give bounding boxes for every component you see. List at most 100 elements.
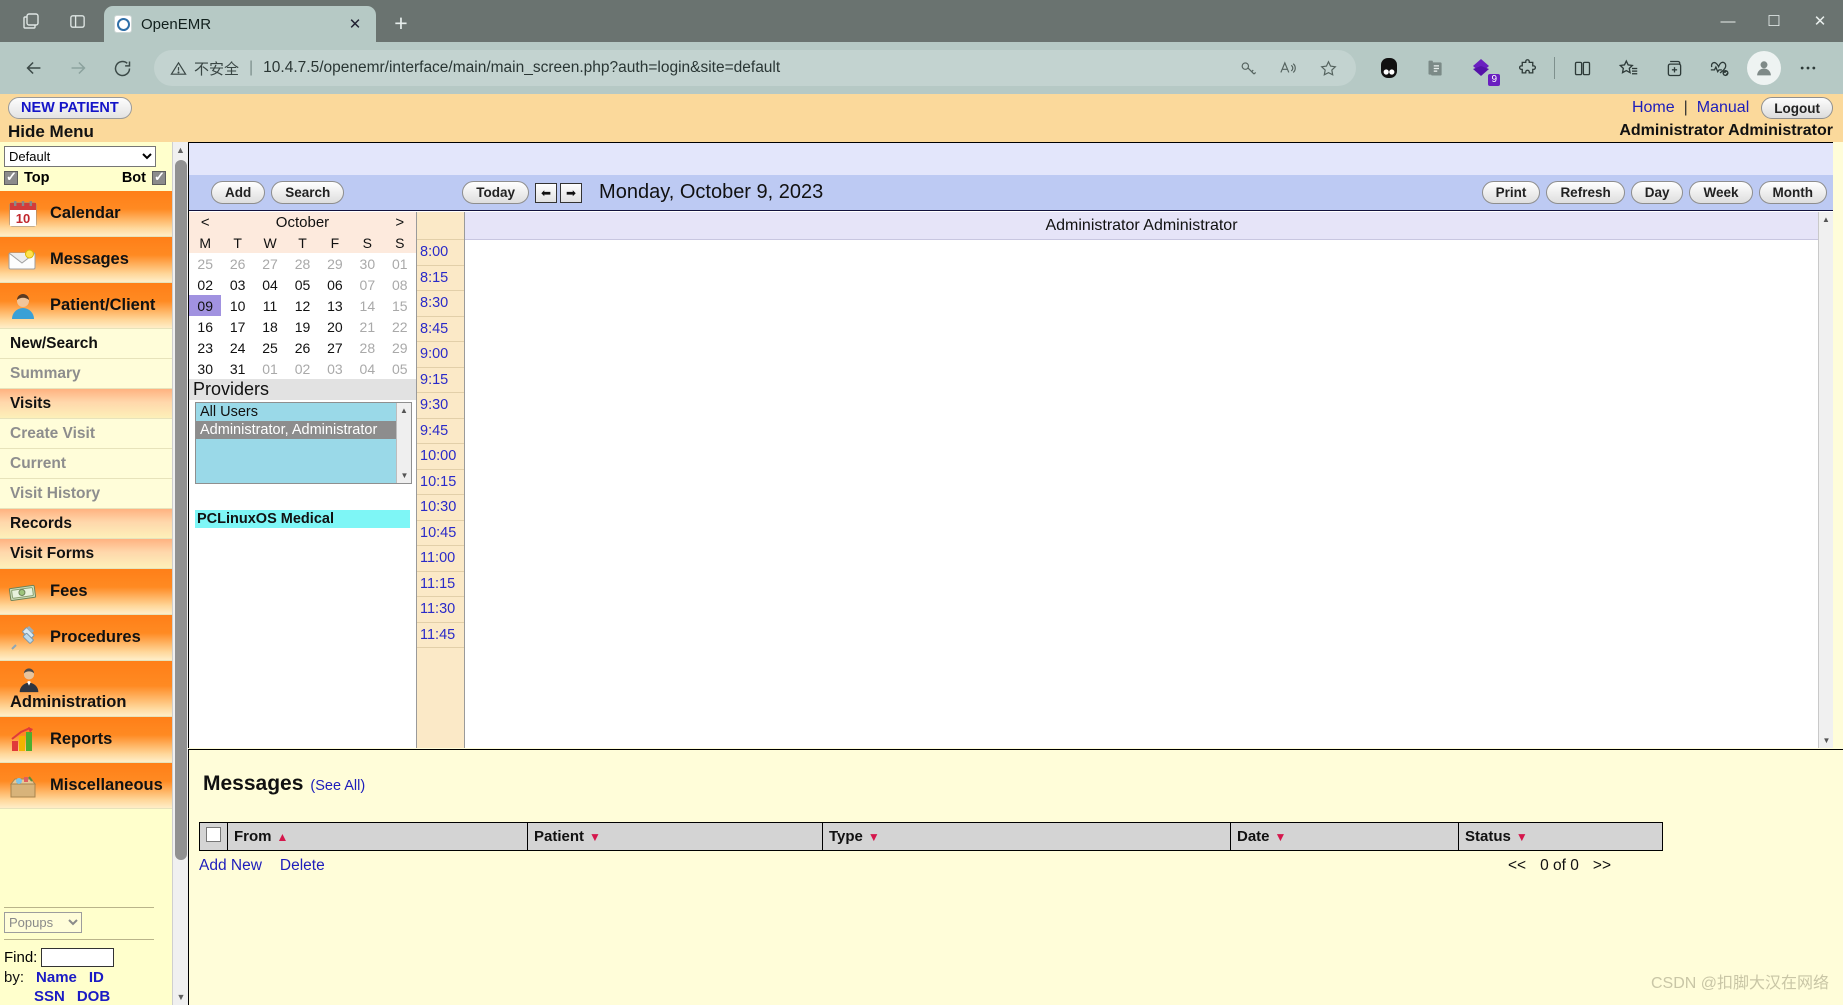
mini-prev-month-link[interactable]: < — [189, 212, 222, 233]
day-cell[interactable]: 24 — [221, 337, 253, 358]
day-cell[interactable]: 03 — [319, 358, 351, 379]
split-pane-icon[interactable] — [54, 0, 100, 42]
day-cell[interactable]: 30 — [189, 358, 221, 379]
forward-icon[interactable] — [56, 48, 100, 88]
scroll-up-arrow-icon[interactable]: ▲ — [173, 142, 188, 158]
time-slot[interactable]: 10:00 — [417, 444, 464, 470]
column-from[interactable]: From ▲ — [227, 822, 528, 851]
time-slot[interactable]: 10:45 — [417, 521, 464, 546]
day-cell[interactable]: 14 — [351, 295, 383, 316]
browser-tab[interactable]: OpenEMR ✕ — [104, 6, 376, 42]
time-slot[interactable]: 9:30 — [417, 393, 464, 419]
window-close-button[interactable]: ✕ — [1797, 0, 1843, 42]
day-cell[interactable]: 27 — [319, 337, 351, 358]
scroll-down-arrow-icon[interactable]: ▼ — [173, 989, 189, 1005]
select-all-checkbox-cell[interactable] — [199, 822, 228, 851]
find-by-dob-link[interactable]: DOB — [77, 988, 110, 1005]
time-slot[interactable]: 8:45 — [417, 317, 464, 342]
day-cell[interactable]: 02 — [286, 358, 318, 379]
provider-option-selected[interactable]: Administrator, Administrator — [196, 421, 411, 439]
day-cell[interactable]: 11 — [254, 295, 286, 316]
day-cell[interactable]: 10 — [221, 295, 253, 316]
day-cell[interactable]: 19 — [286, 316, 318, 337]
sidebar-item-new-search[interactable]: New/Search — [0, 329, 172, 359]
month-view-button[interactable]: Month — [1758, 181, 1827, 204]
not-secure-warning[interactable]: 不安全 — [170, 58, 239, 79]
popups-select[interactable]: Popups — [4, 912, 82, 933]
scrollbar-thumb[interactable] — [175, 160, 187, 860]
manual-link[interactable]: Manual — [1697, 99, 1749, 117]
puzzle-extensions-icon[interactable] — [1504, 48, 1550, 88]
sidebar-item-summary[interactable]: Summary — [0, 359, 172, 389]
column-date[interactable]: Date ▼ — [1230, 822, 1459, 851]
time-slot[interactable]: 10:30 — [417, 495, 464, 521]
back-icon[interactable] — [12, 48, 56, 88]
profile-avatar-icon[interactable] — [1747, 51, 1781, 85]
day-cell[interactable]: 25 — [254, 337, 286, 358]
time-slot[interactable]: 8:30 — [417, 291, 464, 317]
day-cell[interactable]: 26 — [221, 253, 253, 274]
collections-icon[interactable] — [1412, 48, 1458, 88]
print-button[interactable]: Print — [1481, 181, 1541, 204]
mini-next-month-link[interactable]: > — [383, 212, 416, 233]
column-patient[interactable]: Patient ▼ — [527, 822, 823, 851]
sidebar-item-visits[interactable]: Visits — [0, 389, 172, 419]
day-cell[interactable]: 22 — [384, 316, 416, 337]
split-screen-icon[interactable] — [1559, 48, 1605, 88]
logout-button[interactable]: Logout — [1761, 97, 1833, 119]
sidebar-item-messages[interactable]: Messages — [0, 237, 172, 283]
time-slot[interactable]: 11:45 — [417, 623, 464, 648]
day-cell[interactable]: 20 — [319, 316, 351, 337]
scroll-up-arrow-icon[interactable]: ▲ — [1819, 212, 1833, 227]
day-cell[interactable]: 29 — [319, 253, 351, 274]
pager-prev-link[interactable]: << — [1508, 857, 1526, 875]
day-cell[interactable]: 27 — [254, 253, 286, 274]
find-by-name-link[interactable]: Name — [36, 969, 77, 986]
new-tab-button[interactable]: + — [384, 6, 418, 40]
day-cell[interactable]: 15 — [384, 295, 416, 316]
purple-diamond-extension-icon[interactable]: 9 — [1458, 48, 1504, 88]
calendar-scrollbar[interactable]: ▲ ▼ — [1818, 212, 1833, 748]
today-button[interactable]: Today — [462, 181, 530, 204]
day-cell[interactable]: 25 — [189, 253, 221, 274]
time-slot[interactable]: 9:45 — [417, 419, 464, 444]
next-day-arrow-icon[interactable]: ➡ — [560, 182, 583, 203]
bot-checkbox[interactable] — [152, 169, 166, 185]
week-view-button[interactable]: Week — [1689, 181, 1753, 204]
home-link[interactable]: Home — [1632, 99, 1675, 117]
top-checkbox[interactable] — [4, 169, 18, 185]
read-aloud-icon[interactable] — [1268, 52, 1308, 84]
calendar-grid[interactable]: Administrator Administrator — [465, 212, 1818, 748]
previous-day-arrow-icon[interactable]: ⬅ — [535, 182, 558, 203]
day-cell[interactable]: 06 — [319, 274, 351, 295]
time-slot[interactable]: 8:00 — [417, 240, 464, 266]
time-slot[interactable]: 11:00 — [417, 546, 464, 572]
time-slot[interactable]: 11:30 — [417, 597, 464, 623]
day-cell[interactable]: 29 — [384, 337, 416, 358]
favorites-list-icon[interactable] — [1605, 48, 1651, 88]
providers-listbox[interactable]: All Users Administrator, Administrator ▲… — [195, 402, 412, 484]
add-collection-icon[interactable] — [1651, 48, 1697, 88]
sidebar-scrollbar[interactable]: ▲ ▼ — [172, 142, 189, 1005]
select-all-checkbox[interactable] — [206, 827, 221, 842]
reload-icon[interactable] — [100, 48, 144, 88]
day-cell[interactable]: 03 — [221, 274, 253, 295]
sidebar-item-reports[interactable]: Reports — [0, 717, 172, 763]
day-cell[interactable]: 04 — [254, 274, 286, 295]
day-cell[interactable]: 02 — [189, 274, 221, 295]
pager-next-link[interactable]: >> — [1593, 857, 1611, 875]
day-cell[interactable]: 04 — [351, 358, 383, 379]
settings-more-icon[interactable] — [1785, 48, 1831, 88]
search-button[interactable]: Search — [271, 181, 345, 204]
theme-select[interactable]: Default — [4, 146, 156, 167]
hide-menu-link[interactable]: Hide Menu — [8, 122, 94, 142]
sidebar-item-current[interactable]: Current — [0, 449, 172, 479]
day-cell[interactable]: 01 — [254, 358, 286, 379]
provider-option-all-users[interactable]: All Users — [196, 403, 411, 421]
address-bar[interactable]: 不安全 | 10.4.7.5/openemr/interface/main/ma… — [154, 50, 1356, 86]
refresh-button[interactable]: Refresh — [1546, 181, 1625, 204]
day-cell[interactable]: 05 — [384, 358, 416, 379]
day-view-button[interactable]: Day — [1630, 181, 1684, 204]
new-patient-button[interactable]: NEW PATIENT — [8, 97, 132, 119]
favorite-star-icon[interactable] — [1308, 52, 1348, 84]
